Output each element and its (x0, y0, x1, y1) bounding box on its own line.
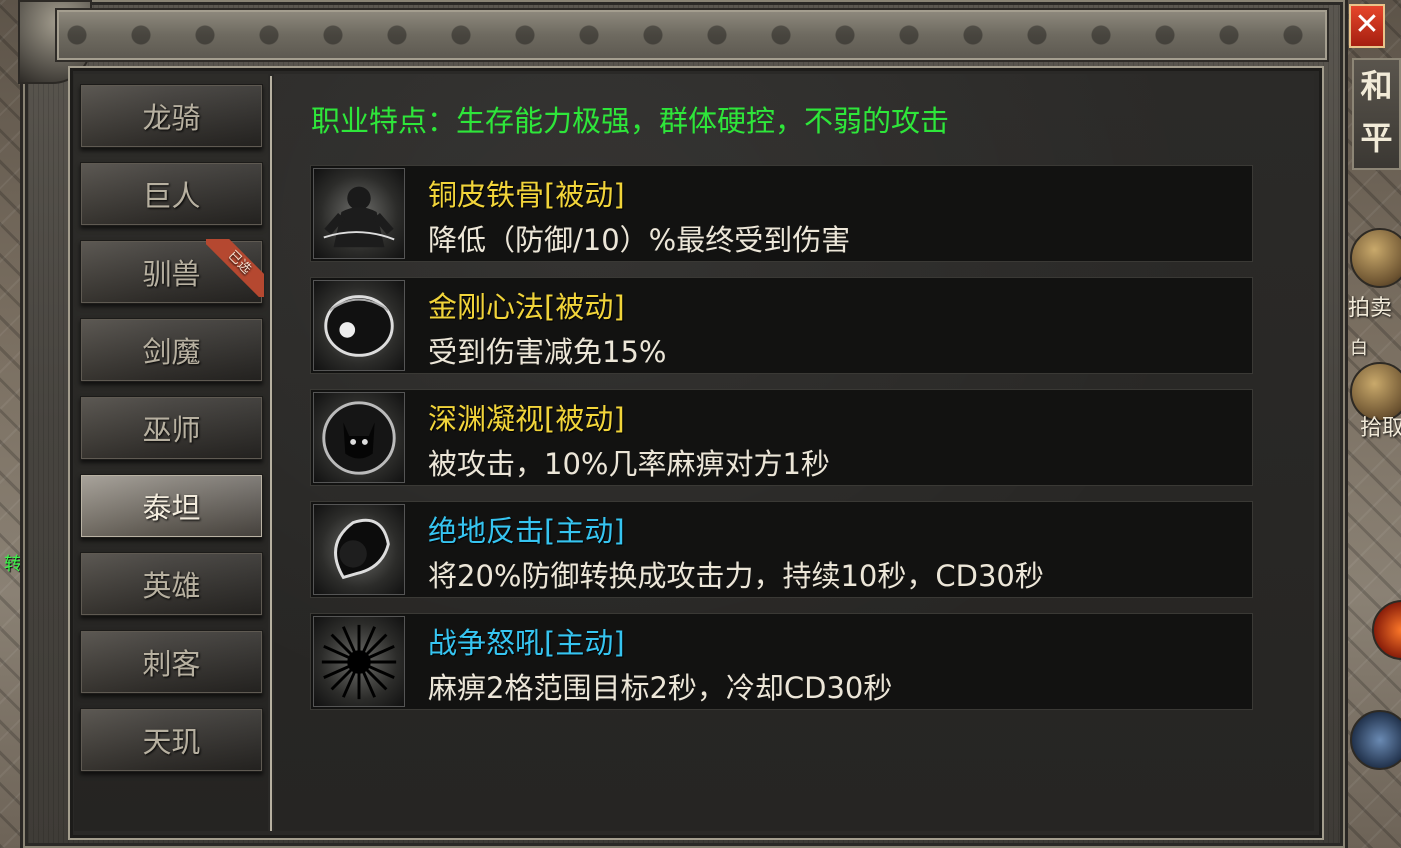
class-tab[interactable]: 泰坦 (80, 474, 263, 538)
skill-row[interactable]: 金刚心法[被动] 受到伤害减免15% (310, 277, 1253, 374)
skill-row[interactable]: 深渊凝视[被动] 被攻击，10%几率麻痹对方1秒 (310, 389, 1253, 486)
class-tab[interactable]: 驯兽 已选 (80, 239, 264, 304)
class-tab-label: 龙骑 (142, 101, 201, 135)
window-title-bar (55, 8, 1329, 62)
peace-mode-button[interactable]: 和平 (1352, 58, 1401, 170)
skill-row[interactable]: 战争怒吼[主动] 麻痹2格范围目标2秒，冷却CD30秒 (310, 613, 1253, 710)
close-button[interactable]: ✕ (1349, 4, 1385, 48)
skill-name: 深渊凝视[被动] (428, 402, 625, 436)
class-tab-label: 刺客 (142, 647, 201, 681)
war-roar-icon (313, 616, 405, 707)
skill-slot-icon[interactable] (1350, 710, 1401, 770)
class-tab[interactable]: 天玑 (80, 708, 263, 772)
class-tab[interactable]: 巫师 (80, 396, 263, 460)
golem-icon (313, 168, 405, 259)
white-label: 白 (1350, 338, 1368, 359)
skill-name: 战争怒吼[主动] (428, 626, 625, 660)
skill-name: 金刚心法[被动] (428, 290, 625, 324)
auction-icon[interactable] (1350, 228, 1401, 288)
skill-name: 绝地反击[主动] (428, 514, 625, 548)
class-tab-label: 巨人 (142, 179, 201, 213)
class-tab-label: 剑魔 (142, 335, 201, 369)
pickup-label: 拾取 (1360, 416, 1401, 441)
skill-description: 降低（防御/10）%最终受到伤害 (428, 223, 851, 257)
skill-name: 铜皮铁骨[被动] (428, 178, 625, 212)
class-tab-label: 天玑 (142, 725, 201, 759)
skill-description: 被攻击，10%几率麻痹对方1秒 (428, 447, 830, 481)
class-tab[interactable]: 剑魔 (80, 318, 263, 382)
class-tab[interactable]: 英雄 (80, 552, 263, 616)
skill-row[interactable]: 铜皮铁骨[被动] 降低（防御/10）%最终受到伤害 (310, 165, 1253, 262)
class-tab[interactable]: 刺客 (80, 630, 263, 694)
panel-divider (270, 76, 272, 831)
class-tab-label: 驯兽 (142, 257, 201, 291)
selected-badge: 已选 (206, 239, 264, 297)
class-tab[interactable]: 巨人 (80, 162, 263, 226)
demon-eye-icon (313, 392, 405, 483)
skill-description: 受到伤害减免15% (428, 335, 667, 369)
class-feature-text: 职业特点：生存能力极强，群体硬控，不弱的攻击 (311, 104, 950, 138)
class-tab-label: 泰坦 (142, 491, 201, 525)
skill-description: 将20%防御转换成攻击力，持续10秒，CD30秒 (428, 559, 1044, 593)
auction-label: 拍卖 (1348, 296, 1393, 321)
counter-strike-icon (313, 504, 405, 595)
skill-row[interactable]: 绝地反击[主动] 将20%防御转换成攻击力，持续10秒，CD30秒 (310, 501, 1253, 598)
orb-shield-icon (313, 280, 405, 371)
skill-description: 麻痹2格范围目标2秒，冷却CD30秒 (428, 671, 893, 705)
class-tab[interactable]: 龙骑 (80, 84, 263, 148)
class-tab-label: 英雄 (142, 569, 201, 603)
class-tab-label: 巫师 (142, 413, 201, 447)
selected-badge-label: 已选 (206, 239, 264, 297)
